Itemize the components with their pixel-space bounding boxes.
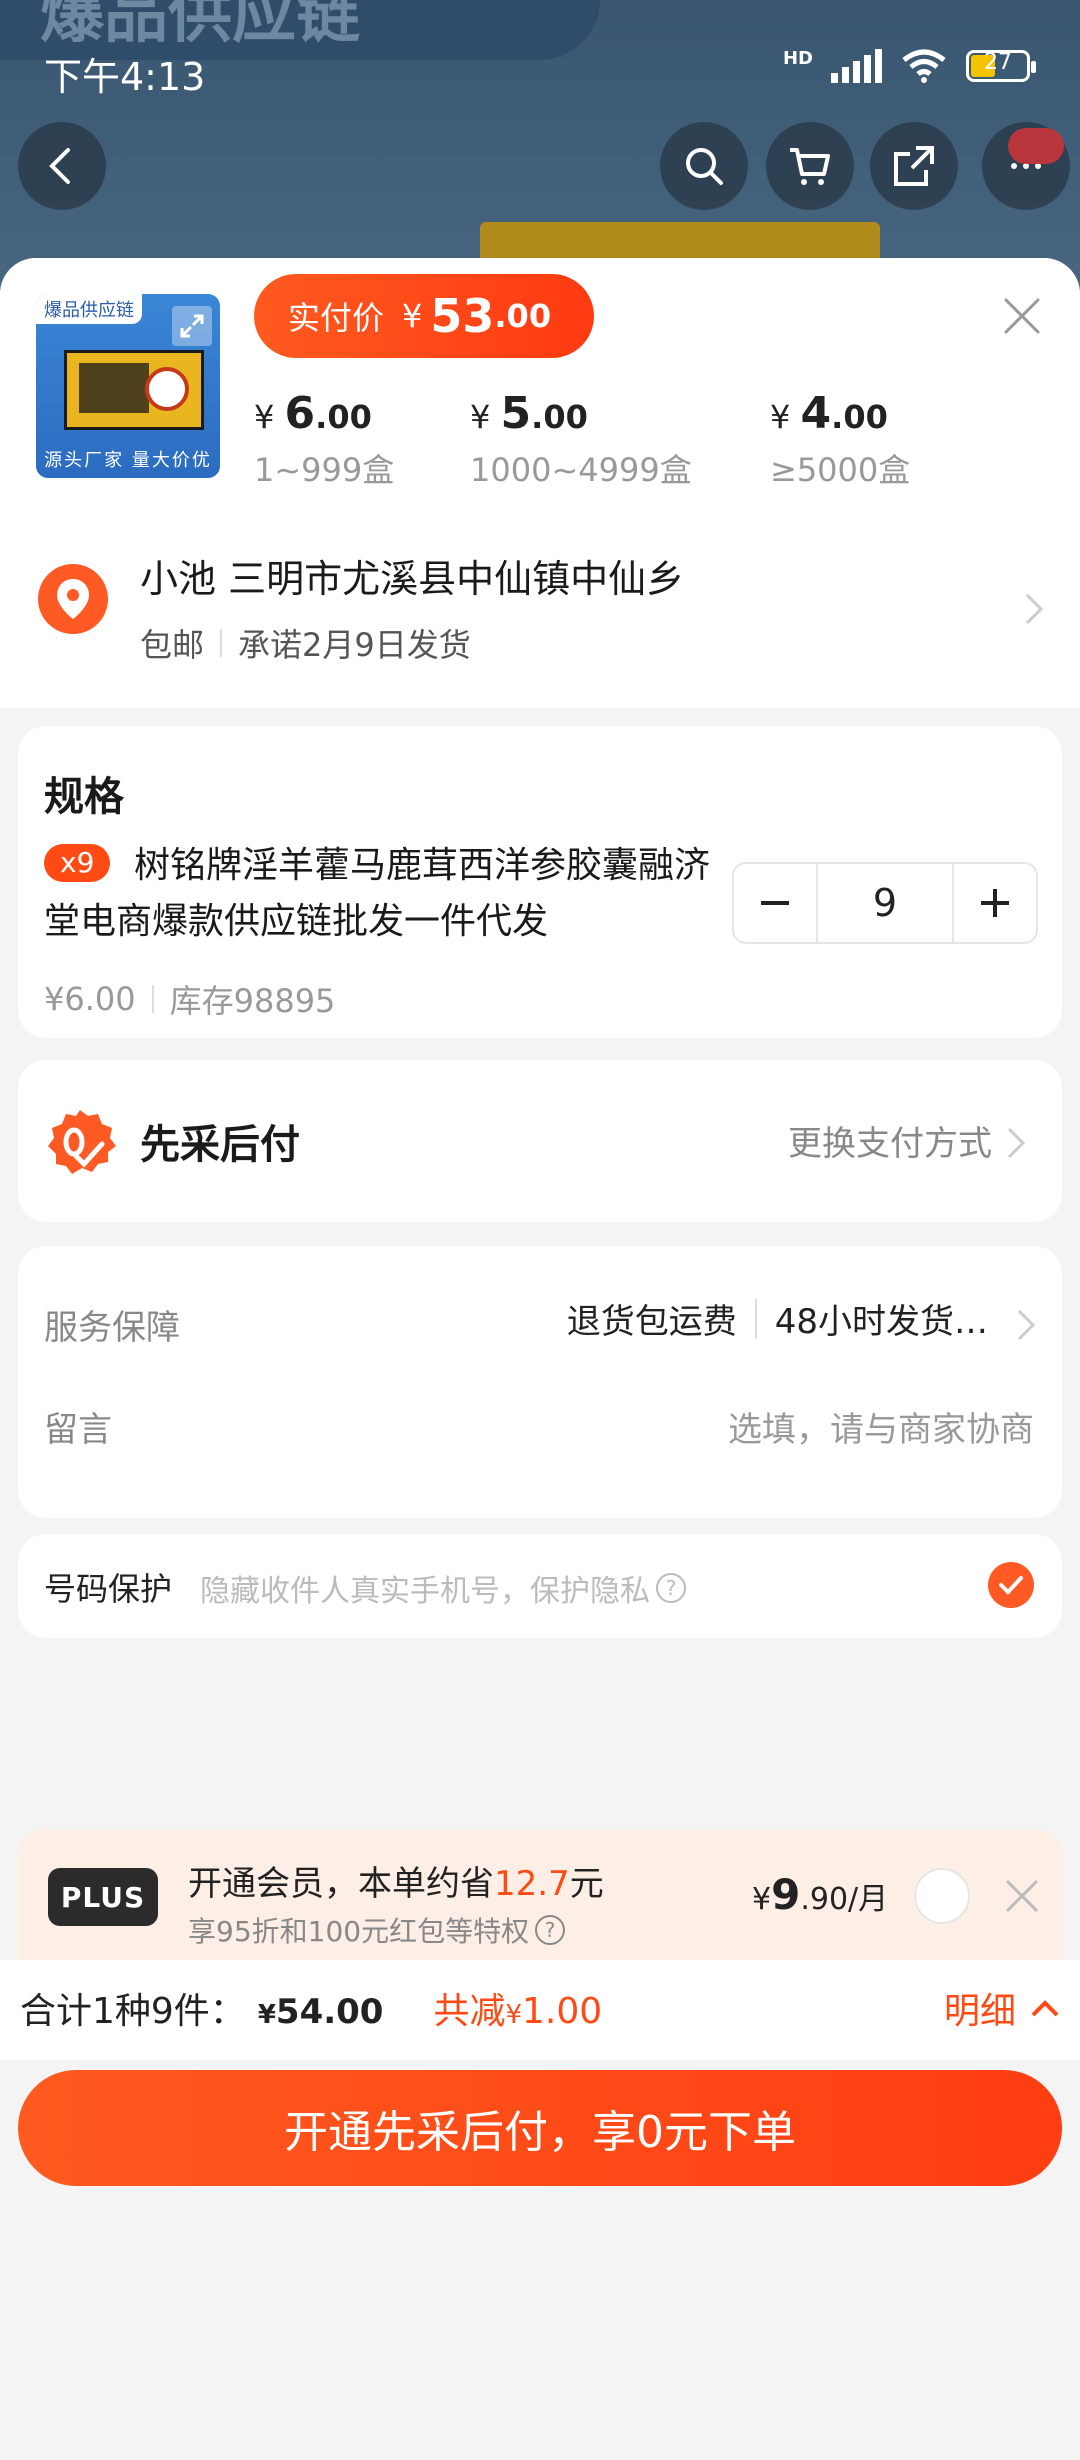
notification-badge xyxy=(1008,128,1064,164)
back-arrow-icon xyxy=(49,148,70,184)
plus-price: ¥9.90/月 xyxy=(752,1870,889,1919)
message-label: 留言 xyxy=(44,1410,112,1450)
quantity-badge: x9 xyxy=(44,844,111,882)
spec-card: 规格 树铭牌淫羊藿马鹿茸西洋参胶囊融济堂电商爆款供应链批发一件代发 x9 ¥6.… xyxy=(18,726,1062,1038)
battery-icon: 27 xyxy=(966,50,1036,82)
address-row[interactable]: 小池 三明市尤溪县中仙镇中仙乡 包邮 承诺2月9日发货 xyxy=(0,508,1080,708)
payment-method-title: 先采后付 xyxy=(140,1122,300,1168)
privacy-card: 号码保护 隐藏收件人真实手机号，保护隐私 ? xyxy=(18,1534,1062,1638)
service-guarantees[interactable]: 退货包运费 48小时发货… xyxy=(567,1294,988,1343)
ship-48h-guarantee: 48小时发货… xyxy=(774,1302,988,1342)
cart-icon xyxy=(790,148,830,185)
plus-logo: PLUS xyxy=(48,1868,158,1926)
more-button[interactable] xyxy=(982,122,1070,210)
plus-title: 开通会员，本单约省12.7元 xyxy=(188,1864,604,1904)
cart-button[interactable] xyxy=(766,122,854,210)
ship-promise: 承诺2月9日发货 xyxy=(238,626,471,664)
wifi-icon xyxy=(902,49,946,83)
sheet-header: 爆品供应链 源头厂家 量大价优 实付价 ¥ 53 .00 ¥ 6.00 1~99… xyxy=(0,258,1080,508)
total-amount: ¥54.00 xyxy=(257,1992,384,2032)
share-icon xyxy=(894,146,934,186)
total-label: 合计1种9件： xyxy=(20,1991,246,2032)
chevron-right-icon xyxy=(1007,1127,1026,1159)
price-tiers: ¥ 6.00 1~999盒 ¥ 5.00 1000~4999盒 ¥ 4.00 ≥… xyxy=(254,388,1080,491)
search-icon xyxy=(686,148,723,185)
status-time: 下午4:13 xyxy=(44,55,206,99)
chevron-up-icon xyxy=(1031,2000,1059,2017)
free-shipping-label: 包邮 xyxy=(140,626,205,664)
plus-select-radio[interactable] xyxy=(914,1868,970,1924)
submit-order-button[interactable]: 开通先采后付，享0元下单 xyxy=(18,2070,1062,2186)
search-button[interactable] xyxy=(660,122,748,210)
product-thumbnail[interactable]: 爆品供应链 源头厂家 量大价优 xyxy=(36,294,220,478)
close-icon[interactable] xyxy=(1000,294,1044,338)
total-bar: 合计1种9件： ¥54.00 共减¥1.00 明细 xyxy=(0,1960,1080,2060)
product-name: 树铭牌淫羊藿马鹿茸西洋参胶囊融济堂电商爆款供应链批发一件代发 xyxy=(44,845,711,942)
service-label: 服务保障 xyxy=(44,1308,180,1348)
tier-quantity: ≥5000盒 xyxy=(770,451,911,489)
discount-amount: 共减¥1.00 xyxy=(433,1991,603,2032)
price-tier: ¥ 4.00 ≥5000盒 xyxy=(770,388,986,491)
spec-meta: ¥6.00 库存98895 xyxy=(44,976,335,1022)
help-icon[interactable]: ? xyxy=(656,1573,686,1603)
actual-price-label: 实付价 xyxy=(288,299,385,337)
status-bar: 下午4:13 HD 27 xyxy=(0,0,1080,120)
hd-label: HD xyxy=(782,48,813,69)
help-icon[interactable]: ? xyxy=(535,1915,566,1945)
location-pin-icon xyxy=(38,564,108,634)
price-tier: ¥ 5.00 1000~4999盒 xyxy=(470,388,770,491)
stock-count: 库存98895 xyxy=(169,982,336,1020)
close-icon[interactable] xyxy=(1004,1878,1040,1914)
thumbnail-tag: 爆品供应链 xyxy=(36,294,142,324)
plus-membership-bar[interactable]: PLUS 开通会员，本单约省12.7元 享95折和100元红包等特权 ? ¥9.… xyxy=(18,1830,1062,1960)
message-input[interactable]: 选填，请与商家协商 xyxy=(728,1402,1034,1451)
thumbnail-footer: 源头厂家 量大价优 xyxy=(44,450,212,471)
tier-price: ¥ 6.00 xyxy=(254,388,372,439)
increment-button[interactable] xyxy=(954,864,1036,942)
quantity-stepper: 9 xyxy=(732,862,1038,944)
unit-price: ¥6.00 xyxy=(44,980,136,1018)
service-card: 服务保障 退货包运费 48小时发货… 留言 选填，请与商家协商 xyxy=(18,1246,1062,1518)
actual-price-decimal: .00 xyxy=(494,297,552,335)
number-protection-checkbox[interactable] xyxy=(988,1562,1034,1608)
chevron-right-icon xyxy=(1017,1309,1036,1341)
price-tier: ¥ 6.00 1~999盒 xyxy=(254,388,470,491)
payment-method-card[interactable]: 先采后付 更换支付方式 xyxy=(18,1060,1062,1222)
tier-price: ¥ 4.00 xyxy=(770,388,888,439)
tier-quantity: 1~999盒 xyxy=(254,451,395,489)
spec-title: 规格 xyxy=(44,774,124,820)
pay-later-icon xyxy=(48,1110,116,1174)
detail-toggle[interactable]: 明细 xyxy=(944,1982,1060,2034)
share-button[interactable] xyxy=(870,122,958,210)
tier-price: ¥ 5.00 xyxy=(470,388,588,439)
number-protection-desc: 隐藏收件人真实手机号，保护隐私 ? xyxy=(200,1566,686,1610)
tier-quantity: 1000~4999盒 xyxy=(470,451,692,489)
plus-subtitle: 享95折和100元红包等特权 ? xyxy=(188,1910,566,1950)
quantity-value[interactable]: 9 xyxy=(816,864,954,942)
back-button[interactable] xyxy=(18,122,106,210)
product-box-image xyxy=(64,350,204,430)
expand-icon[interactable] xyxy=(172,306,212,346)
status-icons: HD 27 xyxy=(782,48,1036,84)
chevron-right-icon xyxy=(1025,593,1044,625)
total-summary: 合计1种9件： ¥54.00 共减¥1.00 xyxy=(20,1982,602,2034)
number-protection-label: 号码保护 xyxy=(44,1570,173,1608)
actual-price-integer: 53 xyxy=(430,289,495,343)
decrement-button[interactable] xyxy=(734,864,816,942)
actual-price-currency: ¥ xyxy=(402,297,423,335)
battery-level: 27 xyxy=(984,50,1012,75)
address-shipping-info: 包邮 承诺2月9日发货 xyxy=(140,620,471,666)
change-payment-link[interactable]: 更换支付方式 xyxy=(788,1116,992,1165)
signal-icon xyxy=(831,49,882,83)
return-shipping-guarantee: 退货包运费 xyxy=(566,1302,737,1342)
actual-price-pill: 实付价 ¥ 53 .00 xyxy=(254,274,594,358)
address-name: 小池 三明市尤溪县中仙镇中仙乡 xyxy=(140,557,685,601)
